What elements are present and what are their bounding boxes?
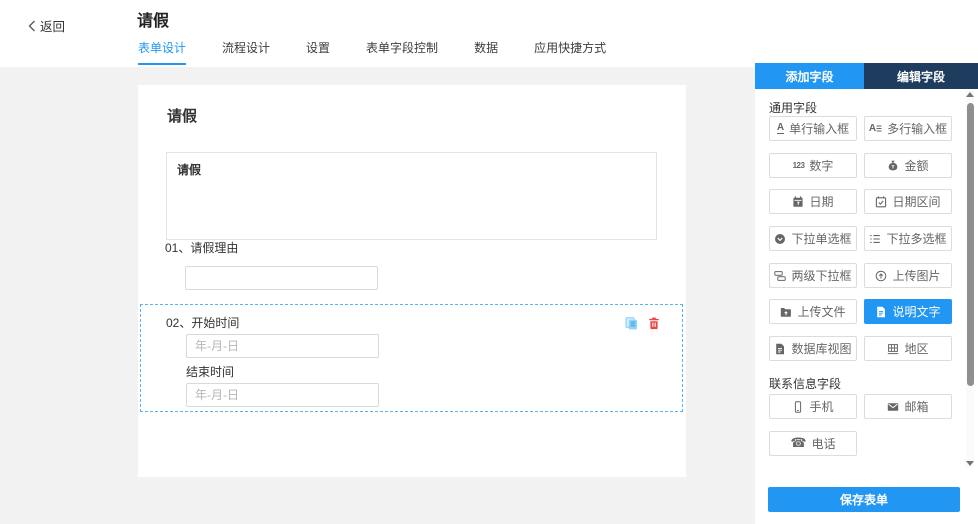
back-label: 返回 bbox=[40, 20, 66, 34]
copy-field-icon[interactable] bbox=[625, 317, 638, 330]
field-button-dropdown-single[interactable]: 下拉单选框 bbox=[769, 226, 857, 251]
mobile-phone-icon bbox=[792, 400, 804, 413]
field-02-label: 02、开始时间 bbox=[166, 317, 239, 330]
field-button-number[interactable]: 123 数字 bbox=[769, 153, 857, 178]
field-button-single-line-input[interactable]: A 单行输入框 bbox=[769, 116, 857, 141]
field-02-end-label: 结束时间 bbox=[186, 365, 235, 379]
tab-form-design[interactable]: 表单设计 bbox=[138, 42, 187, 65]
delete-field-icon[interactable] bbox=[648, 317, 660, 330]
field-button-mobile[interactable]: 手机 bbox=[769, 394, 857, 419]
scroll-up-arrow-icon[interactable] bbox=[966, 92, 974, 97]
telephone-icon: ☎ bbox=[790, 436, 807, 451]
selected-field-02[interactable]: 02、开始时间 结束时间 bbox=[140, 304, 683, 412]
form-canvas: 请假 请假 01、请假理由 02、开始时间 结束时间 bbox=[138, 85, 686, 477]
field-button-description-text[interactable]: 说明文字 bbox=[864, 299, 952, 324]
app-header: 返回 请假 表单设计 流程设计 设置 表单字段控制 数据 应用快捷方式 bbox=[0, 0, 978, 67]
back-button[interactable]: 返回 bbox=[28, 16, 65, 35]
field-button-amount[interactable]: 金额 bbox=[864, 153, 952, 178]
field-02-end-date-input[interactable] bbox=[186, 383, 379, 407]
field-02-title: 开始时间 bbox=[191, 316, 240, 330]
field-button-date[interactable]: 日期 bbox=[769, 189, 857, 214]
field-01-number: 01、 bbox=[165, 241, 191, 255]
field-01-input[interactable] bbox=[185, 266, 378, 290]
save-form-button[interactable]: 保存表单 bbox=[768, 487, 960, 512]
main-tabs: 表单设计 流程设计 设置 表单字段控制 数据 应用快捷方式 bbox=[138, 42, 606, 65]
dropdown-circle-icon bbox=[774, 233, 786, 245]
field-02-number: 02、 bbox=[166, 316, 192, 330]
field-panel: 添加字段 编辑字段 通用字段 A 单行输入框 A 多行输入框 123 数字 金额 bbox=[755, 63, 978, 524]
tab-edit-field[interactable]: 编辑字段 bbox=[864, 63, 978, 89]
form-description-text: 请假 bbox=[177, 163, 202, 177]
field-button-cascade-dropdown[interactable]: 两级下拉框 bbox=[769, 263, 857, 288]
field-button-dropdown-multi[interactable]: 下拉多选框 bbox=[864, 226, 952, 251]
number-123-icon: 123 bbox=[792, 160, 805, 170]
list-lines-icon bbox=[869, 233, 881, 245]
calendar-check-icon bbox=[875, 195, 887, 208]
tab-data[interactable]: 数据 bbox=[474, 42, 498, 65]
page-title: 请假 bbox=[137, 13, 170, 30]
field-button-multi-line-input[interactable]: A 多行输入框 bbox=[864, 116, 952, 141]
field-02-start-date-input[interactable] bbox=[186, 334, 379, 358]
two-level-boxes-icon bbox=[774, 270, 787, 282]
database-document-icon bbox=[774, 343, 786, 355]
scroll-down-arrow-icon[interactable] bbox=[966, 461, 974, 466]
tab-settings[interactable]: 设置 bbox=[306, 42, 330, 65]
money-bag-icon bbox=[887, 160, 899, 172]
field-button-upload-file[interactable]: 上传文件 bbox=[769, 299, 857, 324]
contact-fields-section-title: 联系信息字段 bbox=[769, 377, 842, 391]
field-button-upload-image[interactable]: 上传图片 bbox=[864, 263, 952, 288]
chevron-left-icon bbox=[28, 20, 35, 31]
region-grid-icon bbox=[887, 343, 899, 355]
folder-upload-icon bbox=[780, 306, 792, 318]
single-line-text-icon: A bbox=[776, 122, 785, 134]
field-button-database-view[interactable]: 数据库视图 bbox=[769, 336, 857, 361]
tab-add-field[interactable]: 添加字段 bbox=[755, 63, 864, 89]
upload-circle-icon bbox=[875, 270, 887, 282]
field-01-title: 请假理由 bbox=[190, 241, 239, 255]
field-panel-tabs: 添加字段 编辑字段 bbox=[755, 63, 978, 89]
multi-line-text-icon: A bbox=[869, 123, 882, 134]
field-button-telephone[interactable]: ☎ 电话 bbox=[769, 431, 857, 456]
tab-flow-design[interactable]: 流程设计 bbox=[222, 42, 270, 65]
field-button-area[interactable]: 地区 bbox=[864, 336, 952, 361]
general-fields-section-title: 通用字段 bbox=[769, 101, 818, 115]
field-button-email[interactable]: 邮箱 bbox=[864, 394, 952, 419]
tab-field-control[interactable]: 表单字段控制 bbox=[366, 42, 438, 65]
sidebar-scrollbar[interactable] bbox=[966, 90, 974, 467]
document-icon bbox=[875, 306, 887, 318]
form-description-field[interactable]: 请假 bbox=[166, 152, 657, 240]
field-button-date-range[interactable]: 日期区间 bbox=[864, 189, 952, 214]
envelope-icon bbox=[887, 401, 899, 413]
field-01-label: 01、请假理由 bbox=[165, 242, 238, 255]
form-title: 请假 bbox=[167, 108, 198, 125]
calendar-icon bbox=[792, 195, 804, 208]
tab-app-shortcut[interactable]: 应用快捷方式 bbox=[534, 42, 606, 65]
scrollbar-thumb[interactable] bbox=[966, 103, 974, 386]
